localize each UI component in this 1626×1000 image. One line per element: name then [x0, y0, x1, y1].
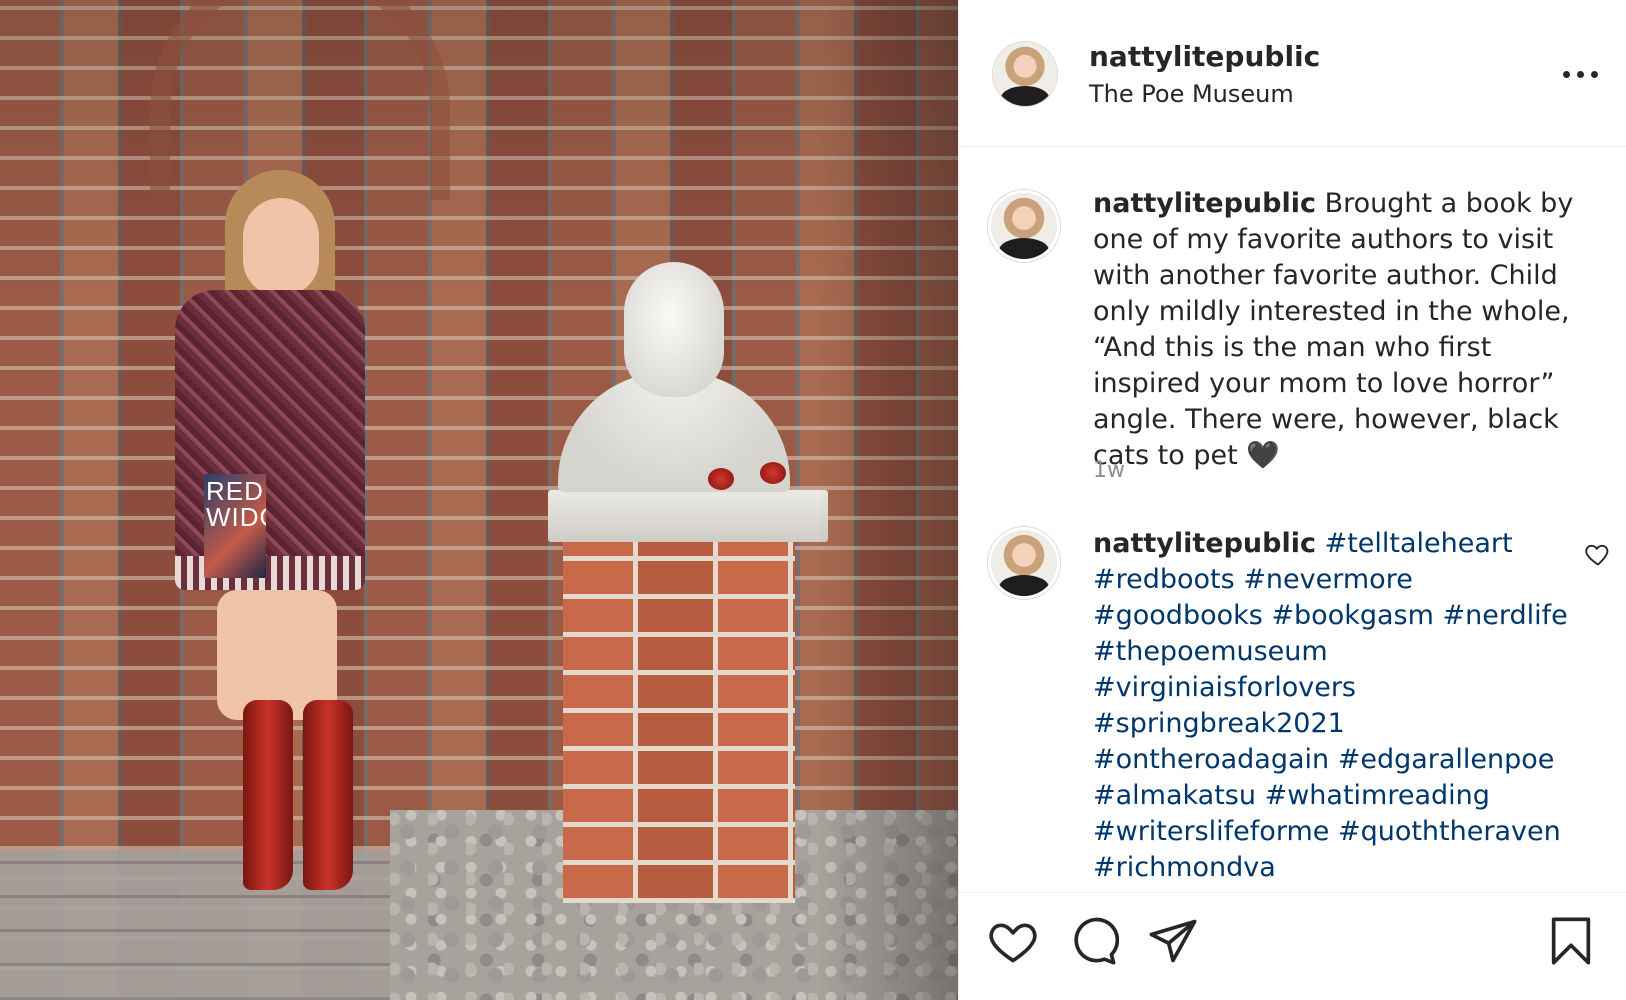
hashtag-link[interactable]: #thepoemuseum	[1093, 636, 1328, 667]
hashtag-link[interactable]: #almakatsu	[1093, 780, 1256, 811]
book-cover: RED WIDOW	[204, 474, 266, 578]
post-side-panel: nattylitepublic The Poe Museum nattylite…	[958, 0, 1626, 1000]
comment-icon[interactable]	[1067, 915, 1119, 967]
hashtag-link[interactable]: #bookgasm	[1271, 600, 1434, 631]
avatar[interactable]	[993, 42, 1057, 106]
hashtag-link[interactable]: #quoththeraven	[1338, 816, 1561, 847]
photo-shading	[818, 0, 958, 1000]
share-icon[interactable]	[1147, 915, 1199, 967]
heart-icon[interactable]	[1583, 540, 1613, 568]
person	[165, 170, 405, 910]
hashtag-link[interactable]: #nevermore	[1243, 564, 1413, 595]
post-location[interactable]: The Poe Museum	[1089, 80, 1294, 108]
avatar[interactable]	[991, 530, 1057, 596]
hashtag-link[interactable]: #telltaleheart	[1325, 528, 1513, 559]
post-username[interactable]: nattylitepublic	[1089, 40, 1320, 73]
post-header: nattylitepublic The Poe Museum	[959, 0, 1626, 147]
rose	[760, 462, 786, 484]
comment-username[interactable]: nattylitepublic	[1093, 528, 1316, 559]
pedestal-cap	[548, 490, 828, 542]
caption-text: nattylitepublic Brought a book by one of…	[1093, 186, 1593, 474]
save-icon[interactable]	[1545, 915, 1597, 967]
hashtag-link[interactable]: #nerdlife	[1443, 600, 1568, 631]
brick-pedestal	[563, 533, 795, 903]
action-bar	[959, 892, 1626, 1000]
hashtag-link[interactable]: #whatimreading	[1265, 780, 1490, 811]
hashtag-link[interactable]: #redboots	[1093, 564, 1235, 595]
heart-icon[interactable]	[987, 915, 1039, 967]
hashtag-link[interactable]: #springbreak2021	[1093, 708, 1345, 739]
comments-list[interactable]: nattylitepublic Brought a book by one of…	[959, 148, 1626, 890]
more-options-icon[interactable]	[1563, 62, 1603, 86]
avatar[interactable]	[991, 193, 1057, 259]
caption-timestamp[interactable]: 1w	[1093, 458, 1125, 483]
hashtag-link[interactable]: #writerslifeforme	[1093, 816, 1329, 847]
hashtag-link[interactable]: #richmondva	[1093, 852, 1276, 883]
caption-body: Brought a book by one of my favorite aut…	[1093, 188, 1574, 471]
poe-bust	[558, 262, 790, 492]
hashtag-link[interactable]: #ontheroadagain	[1093, 744, 1329, 775]
caption-username[interactable]: nattylitepublic	[1093, 188, 1316, 219]
hashtag-link[interactable]: #goodbooks	[1093, 600, 1263, 631]
rose	[708, 468, 734, 490]
post-photo[interactable]: RED WIDOW	[0, 0, 958, 1000]
hashtag-text: nattylitepublic #telltaleheart #redboots…	[1093, 526, 1583, 886]
hashtag-link[interactable]: #edgarallenpoe	[1338, 744, 1555, 775]
hashtag-link[interactable]: #virginiaisforlovers	[1093, 672, 1356, 703]
